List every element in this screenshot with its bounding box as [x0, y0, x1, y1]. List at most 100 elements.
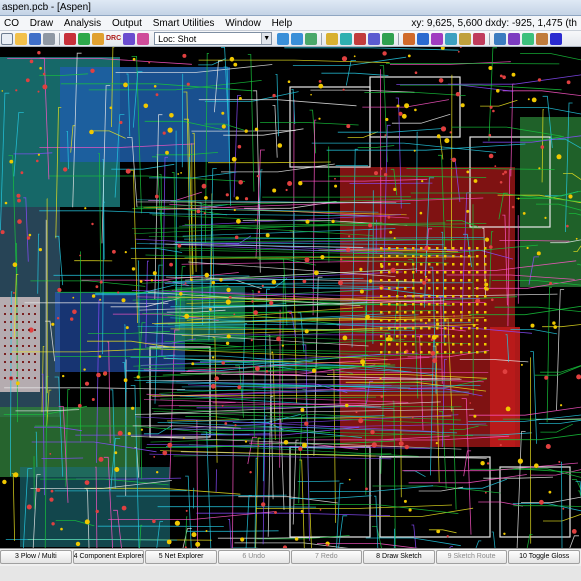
bga-pad [4, 313, 6, 315]
via-pad [398, 441, 404, 446]
menu-output[interactable]: Output [108, 16, 146, 30]
redo-icon[interactable] [137, 32, 150, 45]
function-key-5[interactable]: 5 Net Explorer [145, 550, 217, 564]
report-icon[interactable] [550, 32, 563, 45]
via-pad [255, 366, 260, 372]
location-select[interactable]: Loc: Shot ▼ [154, 32, 273, 45]
bga-pad [428, 263, 431, 266]
function-key-7[interactable]: 7 Redo [290, 550, 363, 564]
via-pad [310, 93, 312, 96]
zoom-out-icon[interactable] [291, 32, 304, 45]
bga-pad [412, 279, 415, 282]
via-pad [127, 432, 131, 436]
measure-icon[interactable] [382, 32, 395, 45]
via-pad [526, 246, 529, 250]
via-pad [265, 233, 270, 238]
via-icon[interactable] [417, 32, 430, 45]
bga-pad [476, 351, 479, 354]
signal-trace [221, 163, 335, 173]
via-pad [466, 170, 470, 174]
bga-pad [444, 343, 447, 346]
via-pad [191, 532, 197, 538]
copy-icon[interactable] [78, 32, 90, 45]
via-pad [51, 322, 55, 326]
via-pad [298, 181, 303, 186]
bga-pad [460, 287, 463, 290]
grid-icon[interactable] [354, 32, 367, 45]
via-pad [575, 237, 578, 240]
function-key-3[interactable]: 3 Plow / Multi [0, 550, 72, 564]
via-pad [205, 530, 208, 532]
push-icon[interactable] [431, 32, 444, 45]
bga-pad [404, 335, 407, 338]
filter-icon[interactable] [508, 32, 521, 45]
via-pad [209, 308, 212, 311]
pcb-board-drawing[interactable] [0, 47, 581, 548]
drc-icon[interactable]: DRC [106, 35, 121, 42]
menu-analysis[interactable]: Analysis [60, 16, 105, 30]
via-pad [250, 339, 253, 342]
status-bar [0, 566, 581, 581]
via-pad [319, 509, 322, 511]
bga-pad [10, 337, 12, 339]
undo-icon[interactable] [123, 32, 136, 45]
open-folder-icon[interactable] [15, 32, 27, 45]
flag-icon[interactable] [473, 32, 486, 45]
highlight-icon[interactable] [368, 32, 381, 45]
via-pad [346, 124, 351, 129]
via-pad [398, 111, 403, 116]
via-pad [537, 78, 542, 82]
save-icon[interactable] [29, 32, 41, 45]
via-pad [117, 291, 120, 294]
function-key-9[interactable]: 9 Sketch Route [435, 550, 508, 564]
bga-pad [22, 337, 24, 339]
menu-smart-utilities[interactable]: Smart Utilities [149, 16, 219, 30]
pcb-layout-canvas[interactable] [0, 47, 581, 548]
print-icon[interactable] [43, 32, 55, 45]
menu-co[interactable]: CO [0, 16, 23, 30]
bga-pad [468, 303, 471, 306]
bga-pad [436, 247, 439, 250]
bga-pad [404, 351, 407, 354]
route-icon[interactable] [326, 32, 339, 45]
function-key-10[interactable]: 10 Toggle Gloss [508, 550, 580, 564]
menu-window[interactable]: Window [221, 16, 265, 30]
bga-pad [404, 247, 407, 250]
signal-trace [556, 289, 565, 411]
zoom-in-icon[interactable] [277, 32, 290, 45]
new-file-icon[interactable] [1, 32, 13, 45]
function-key-8[interactable]: 8 Draw Sketch [363, 550, 435, 564]
function-key-4[interactable]: 4 Component Explorer [72, 550, 145, 564]
function-key-6[interactable]: 6 Undo [217, 550, 290, 564]
via-pad [37, 90, 40, 93]
bga-pad [10, 345, 12, 347]
select-icon[interactable] [403, 32, 416, 45]
signal-trace [245, 495, 252, 548]
via-pad [166, 539, 172, 545]
tune-icon[interactable] [459, 32, 472, 45]
via-pad [425, 275, 428, 278]
via-pad [0, 230, 5, 235]
layers-panel-icon[interactable] [494, 32, 507, 45]
properties-icon[interactable] [536, 32, 549, 45]
bga-pad [484, 303, 487, 306]
chevron-down-icon[interactable]: ▼ [261, 33, 272, 44]
cut-icon[interactable] [64, 32, 76, 45]
via-pad [413, 149, 416, 152]
via-pad [346, 247, 351, 252]
paste-icon[interactable] [92, 32, 104, 45]
menu-draw[interactable]: Draw [26, 16, 57, 30]
display-icon[interactable] [522, 32, 535, 45]
bga-pad [10, 313, 12, 315]
via-pad [302, 279, 307, 284]
zoom-fit-icon[interactable] [305, 32, 318, 45]
menu-help[interactable]: Help [268, 16, 297, 30]
via-pad [211, 280, 216, 285]
layer-icon[interactable] [340, 32, 353, 45]
bga-pad [476, 287, 479, 290]
shove-icon[interactable] [445, 32, 458, 45]
via-pad [26, 504, 32, 510]
bga-pad [444, 279, 447, 282]
signal-trace [513, 468, 581, 478]
via-pad [320, 255, 325, 260]
